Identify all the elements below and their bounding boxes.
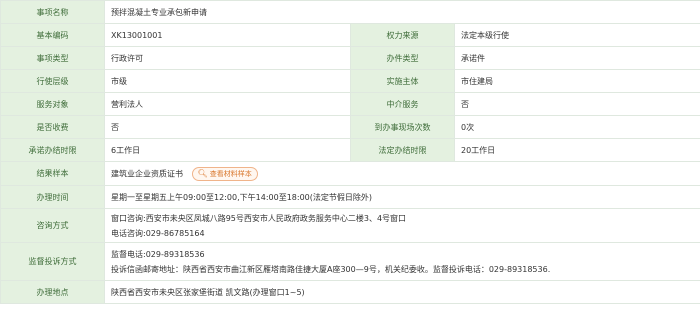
value-legal-time: 20工作日 <box>453 138 700 162</box>
row-code: 基本编码 XK13001001 权力来源 法定本级行使 <box>0 23 700 47</box>
value-promised-time: 6工作日 <box>104 138 351 162</box>
value-result-sample: 建筑业企业资质证书 <box>111 169 183 178</box>
row-time-limit: 承诺办结时限 6工作日 法定办结时限 20工作日 <box>0 138 700 162</box>
label-legal-time: 法定办结时限 <box>350 138 455 162</box>
value-office-hours: 星期一至星期五上午09:00至12:00,下午14:00至18:00(法定节假日… <box>103 185 700 209</box>
row-office-hours: 办理时间 星期一至星期五上午09:00至12:00,下午14:00至18:00(… <box>0 185 700 209</box>
label-intermediary: 中介服务 <box>350 92 455 116</box>
label-authority-source: 权力来源 <box>350 23 455 47</box>
row-result-sample: 结果样本 建筑业企业资质证书 🔍︎ 查看材料样本 <box>0 161 700 186</box>
consult-window: 窗口咨询:西安市未央区凤城八路95号西安市人民政府政务服务中心二楼3、4号窗口 <box>111 213 407 223</box>
label-location: 办理地点 <box>0 280 105 304</box>
value-consult: 窗口咨询:西安市未央区凤城八路95号西安市人民政府政务服务中心二楼3、4号窗口 … <box>103 208 700 243</box>
label-promised-time: 承诺办结时限 <box>0 138 105 162</box>
label-site-visits: 到办事现场次数 <box>350 115 455 139</box>
row-consult: 咨询方式 窗口咨询:西安市未央区凤城八路95号西安市人民政府政务服务中心二楼3、… <box>0 208 700 243</box>
value-result-sample-cell: 建筑业企业资质证书 🔍︎ 查看材料样本 <box>103 161 700 186</box>
value-fee: 否 <box>104 115 351 139</box>
value-site-visits: 0次 <box>453 115 700 139</box>
view-sample-label: 查看材料样本 <box>209 169 252 178</box>
label-service-target: 服务对象 <box>0 92 105 116</box>
supervision-phone: 监督电话:029-89318536 <box>111 249 205 259</box>
item-info-table: 事项名称 预拌混凝土专业承包新申请 基本编码 XK13001001 权力来源 法… <box>0 0 700 304</box>
label-exercise-level: 行使层级 <box>0 69 105 93</box>
value-service-target: 营利法人 <box>104 92 351 116</box>
value-item-name: 预拌混凝土专业承包新申请 <box>103 0 700 24</box>
row-service: 服务对象 营利法人 中介服务 否 <box>0 92 700 116</box>
label-fee: 是否收费 <box>0 115 105 139</box>
label-handling-type: 办件类型 <box>350 46 455 70</box>
row-supervision: 监督投诉方式 监督电话:029-89318536 投诉信函邮寄地址：陕西省西安市… <box>0 242 700 281</box>
label-supervision: 监督投诉方式 <box>0 242 105 281</box>
value-basic-code: XK13001001 <box>104 23 351 47</box>
value-handling-type: 承诺件 <box>453 46 700 70</box>
consult-phone: 电话咨询:029-86785164 <box>111 228 205 238</box>
row-fee: 是否收费 否 到办事现场次数 0次 <box>0 115 700 139</box>
label-item-type: 事项类型 <box>0 46 105 70</box>
value-item-type: 行政许可 <box>104 46 351 70</box>
value-intermediary: 否 <box>453 92 700 116</box>
label-office-hours: 办理时间 <box>0 185 105 209</box>
supervision-address: 投诉信函邮寄地址：陕西省西安市曲江新区雁塔南路佳捷大厦A座300—9号，机关纪委… <box>111 264 551 274</box>
value-location: 陕西省西安市未央区张家堡街道 凯文路(办理窗口1~5) <box>103 280 700 304</box>
row-item-name: 事项名称 预拌混凝土专业承包新申请 <box>0 0 700 24</box>
label-consult: 咨询方式 <box>0 208 105 243</box>
row-location: 办理地点 陕西省西安市未央区张家堡街道 凯文路(办理窗口1~5) <box>0 280 700 304</box>
value-implementing-body: 市住建局 <box>453 69 700 93</box>
label-item-name: 事项名称 <box>0 0 105 24</box>
label-result-sample: 结果样本 <box>0 161 105 186</box>
value-authority-source: 法定本级行使 <box>453 23 700 47</box>
label-basic-code: 基本编码 <box>0 23 105 47</box>
row-level: 行使层级 市级 实施主体 市住建局 <box>0 69 700 93</box>
search-icon: 🔍︎ <box>197 168 208 178</box>
value-supervision: 监督电话:029-89318536 投诉信函邮寄地址：陕西省西安市曲江新区雁塔南… <box>103 242 700 281</box>
label-implementing-body: 实施主体 <box>350 69 455 93</box>
row-type: 事项类型 行政许可 办件类型 承诺件 <box>0 46 700 70</box>
view-sample-button[interactable]: 🔍︎ 查看材料样本 <box>191 166 258 181</box>
value-exercise-level: 市级 <box>104 69 351 93</box>
